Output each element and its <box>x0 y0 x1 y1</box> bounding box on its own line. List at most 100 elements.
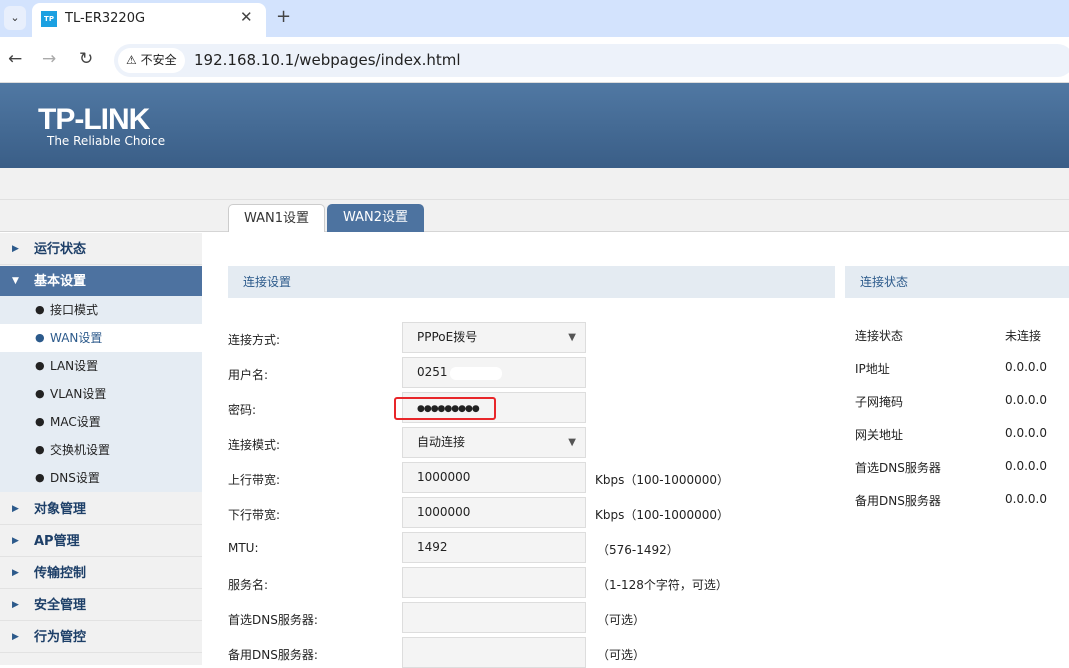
bullet-icon: ● <box>35 471 45 484</box>
caret-right-icon: ▶ <box>12 504 19 514</box>
sidebar-item-transfer[interactable]: ▶ 传输控制 <box>0 558 202 589</box>
sidebar-item-basic-settings[interactable]: ▼ 基本设置 <box>0 266 202 297</box>
status-value: 0.0.0.0 <box>1005 360 1047 374</box>
slogan: The Reliable Choice <box>47 134 166 148</box>
router-header: TP-LINK The Reliable Choice <box>0 83 1069 168</box>
password-label: 密码: <box>228 403 257 417</box>
security-chip[interactable]: ⚠ 不安全 <box>118 48 185 73</box>
new-tab-button[interactable]: + <box>276 6 291 27</box>
downstream-bandwidth-label: 下行带宽: <box>228 508 281 522</box>
sidebar-sub-interface-mode[interactable]: ● 接口模式 <box>0 296 202 324</box>
sidebar-label: 行为管控 <box>34 630 87 645</box>
mtu-hint: （576-1492） <box>597 543 679 557</box>
connection-type-select[interactable]: PPPoE拨号 ▼ <box>402 322 586 353</box>
url-input[interactable]: ⚠ 不安全 192.168.10.1/webpages/index.html <box>114 44 1069 77</box>
sidebar-sub-vlan[interactable]: ● VLAN设置 <box>0 380 202 408</box>
field-value: 0251 <box>417 365 448 379</box>
upstream-bandwidth-hint: Kbps（100-1000000） <box>595 473 730 487</box>
secondary-dns-label: 备用DNS服务器: <box>228 648 318 662</box>
mtu-input[interactable]: 1492 <box>402 532 586 563</box>
browser-tab[interactable]: TP TL-ER3220G ✕ <box>32 3 266 37</box>
connect-mode-select[interactable]: 自动连接 ▼ <box>402 427 586 458</box>
sidebar-sub-wan[interactable]: ● WAN设置 <box>0 324 202 352</box>
sidebar-label: MAC设置 <box>50 415 101 429</box>
tab-wan1[interactable]: WAN1设置 <box>228 204 325 232</box>
status-value: 0.0.0.0 <box>1005 426 1047 440</box>
favicon-icon: TP <box>41 11 57 27</box>
status-value: 0.0.0.0 <box>1005 459 1047 473</box>
mtu-label: MTU: <box>228 541 259 555</box>
bullet-icon: ● <box>35 387 45 400</box>
reload-icon[interactable]: ↻ <box>79 49 93 69</box>
bullet-icon: ● <box>35 331 45 344</box>
status-label: 网关地址 <box>855 428 904 442</box>
connect-mode-label: 连接模式: <box>228 438 281 452</box>
username-label: 用户名: <box>228 368 269 382</box>
sidebar-label: VLAN设置 <box>50 387 107 401</box>
caret-down-icon: ▼ <box>12 276 19 286</box>
sidebar-label: WAN设置 <box>50 331 103 345</box>
upstream-bandwidth-label: 上行带宽: <box>228 473 281 487</box>
status-label: 连接状态 <box>855 329 904 343</box>
status-title: 连接状态 <box>845 266 1069 298</box>
caret-right-icon: ▶ <box>12 600 19 610</box>
bullet-icon: ● <box>35 415 45 428</box>
sidebar-sub-dns[interactable]: ● DNS设置 <box>0 464 202 492</box>
sidebar-label: DNS设置 <box>50 471 100 485</box>
status-label: 备用DNS服务器 <box>855 494 941 508</box>
sidebar-sub-lan[interactable]: ● LAN设置 <box>0 352 202 380</box>
status-label: 子网掩码 <box>855 395 904 409</box>
sidebar-item-security[interactable]: ▶ 安全管理 <box>0 590 202 621</box>
primary-dns-input[interactable] <box>402 602 586 633</box>
service-name-label: 服务名: <box>228 578 269 592</box>
sidebar-label: 对象管理 <box>34 502 87 517</box>
tab-title: TL-ER3220G <box>65 11 146 26</box>
forward-icon[interactable]: → <box>42 49 56 69</box>
toolbar-strip <box>0 168 1069 200</box>
sidebar: ▶ 运行状态 ▼ 基本设置 ● 接口模式 ● WAN设置 ● LAN设置 ● VLAN设置 … <box>0 233 202 665</box>
caret-right-icon: ▶ <box>12 568 19 578</box>
browser-tab-strip: ⌄ TP TL-ER3220G ✕ + <box>0 0 1069 37</box>
downstream-bandwidth-input[interactable]: 1000000 <box>402 497 586 528</box>
sidebar-item-objects[interactable]: ▶ 对象管理 <box>0 494 202 525</box>
wan-tabs: WAN1设置 WAN2设置 <box>0 200 1069 232</box>
field-value: 1000000 <box>417 470 471 484</box>
primary-dns-label: 首选DNS服务器: <box>228 613 318 627</box>
upstream-bandwidth-input[interactable]: 1000000 <box>402 462 586 493</box>
field-value: PPPoE拨号 <box>417 330 478 344</box>
sidebar-label: 交换机设置 <box>50 443 111 457</box>
tab-wan2[interactable]: WAN2设置 <box>327 204 424 232</box>
address-bar-row: ← → ↻ ⚠ 不安全 192.168.10.1/webpages/index.… <box>0 37 1069 83</box>
field-value: 1492 <box>417 540 448 554</box>
sidebar-item-behavior[interactable]: ▶ 行为管控 <box>0 622 202 653</box>
status-value: 0.0.0.0 <box>1005 393 1047 407</box>
downstream-bandwidth-hint: Kbps（100-1000000） <box>595 508 730 522</box>
sidebar-sub-mac[interactable]: ● MAC设置 <box>0 408 202 436</box>
status-label: 首选DNS服务器 <box>855 461 941 475</box>
service-name-hint: （1-128个字符，可选） <box>597 578 728 592</box>
connection-type-label: 连接方式: <box>228 333 281 347</box>
url-text: 192.168.10.1/webpages/index.html <box>194 51 461 69</box>
bullet-icon: ● <box>35 359 45 372</box>
sidebar-sub-switch[interactable]: ● 交换机设置 <box>0 436 202 464</box>
chevron-down-icon: ▼ <box>568 437 576 448</box>
status-value: 未连接 <box>1005 329 1042 343</box>
sidebar-label: AP管理 <box>34 534 80 549</box>
sidebar-label: 传输控制 <box>34 566 87 581</box>
field-value: 自动连接 <box>417 435 466 449</box>
secondary-dns-input[interactable] <box>402 637 586 668</box>
section-title: 连接设置 <box>228 266 835 298</box>
caret-right-icon: ▶ <box>12 536 19 546</box>
sidebar-item-run-status[interactable]: ▶ 运行状态 <box>0 234 202 265</box>
sidebar-item-ap[interactable]: ▶ AP管理 <box>0 526 202 557</box>
back-icon[interactable]: ← <box>8 49 22 69</box>
tab-search-button[interactable]: ⌄ <box>4 6 26 30</box>
highlight-box <box>394 397 496 420</box>
sidebar-label: 运行状态 <box>34 242 87 257</box>
service-name-input[interactable] <box>402 567 586 598</box>
close-tab-icon[interactable]: ✕ <box>240 8 253 26</box>
bullet-icon: ● <box>35 303 45 316</box>
field-value: 1000000 <box>417 505 471 519</box>
secondary-dns-hint: （可选） <box>597 648 646 662</box>
warning-icon: ⚠ <box>126 53 141 67</box>
